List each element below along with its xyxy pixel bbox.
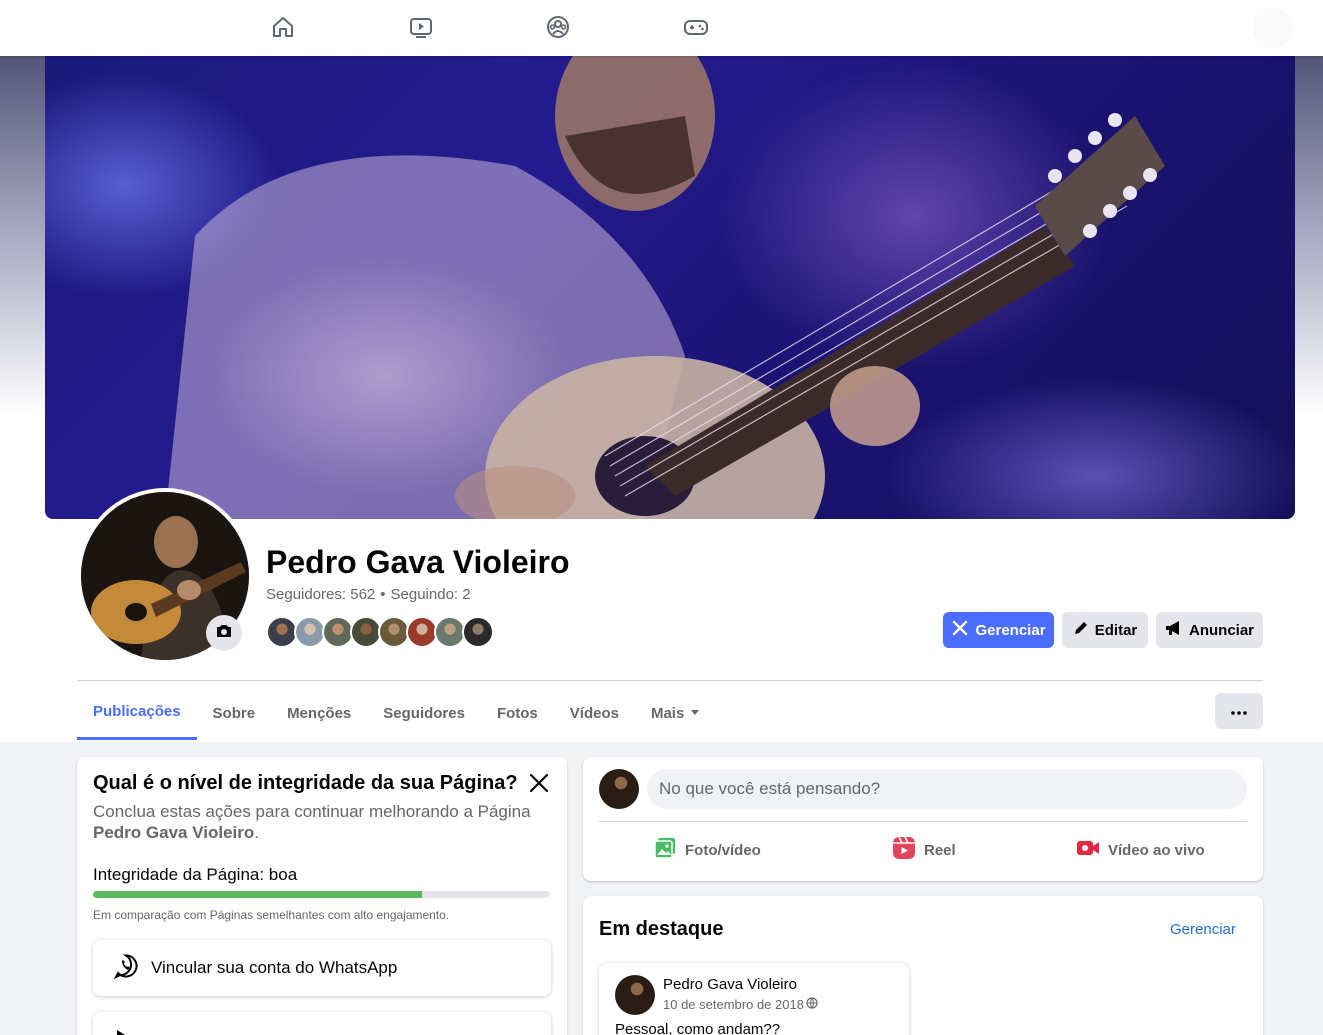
camera-icon bbox=[214, 621, 234, 646]
integrity-note: Em comparação com Páginas semelhantes co… bbox=[93, 908, 450, 922]
post-date-text: 10 de setembro de 2018 bbox=[663, 997, 804, 1012]
integrity-description-text: Conclua estas ações para continuar melho… bbox=[93, 802, 531, 821]
home-icon[interactable] bbox=[270, 14, 296, 40]
integrity-progress-fill bbox=[93, 891, 423, 898]
live-video-icon bbox=[1076, 836, 1100, 864]
featured-post[interactable]: Pedro Gava Violeiro 10 de setembro de 20… bbox=[599, 963, 909, 1035]
post-author-name[interactable]: Pedro Gava Violeiro bbox=[663, 976, 797, 993]
live-video-label: Vídeo ao vivo bbox=[1108, 841, 1205, 859]
tab-followers[interactable]: Seguidores bbox=[367, 686, 481, 740]
featured-manage-link[interactable]: Gerenciar bbox=[1170, 921, 1236, 938]
ellipsis-icon bbox=[1231, 702, 1247, 720]
page-title: Pedro Gava Violeiro bbox=[266, 544, 570, 580]
edit-button-label: Editar bbox=[1094, 621, 1138, 639]
tab-more-label: Mais bbox=[650, 704, 685, 722]
advertise-button-label: Anunciar bbox=[1189, 621, 1255, 639]
advertise-button[interactable]: Anunciar bbox=[1156, 612, 1263, 648]
tools-icon bbox=[951, 619, 969, 641]
header-divider bbox=[77, 680, 1263, 681]
stats-separator: • bbox=[380, 586, 386, 603]
integrity-title: Qual é o nível de integridade da sua Pág… bbox=[93, 772, 518, 794]
page-integrity-card: Qual é o nível de integridade da sua Pág… bbox=[77, 757, 567, 1035]
follow-stats: Seguidores: 562 • Seguindo: 2 bbox=[266, 586, 471, 603]
whatsapp-icon bbox=[113, 953, 139, 984]
next-task[interactable] bbox=[93, 1012, 551, 1035]
update-profile-picture-button[interactable] bbox=[206, 615, 242, 651]
edit-button[interactable]: Editar bbox=[1062, 612, 1148, 648]
reel-button[interactable]: Reel bbox=[892, 835, 956, 865]
featured-title: Em destaque bbox=[599, 918, 724, 940]
integrity-description-end: . bbox=[254, 823, 259, 842]
megaphone-icon bbox=[1165, 620, 1183, 640]
follower-avatar[interactable] bbox=[462, 616, 494, 648]
pencil-icon bbox=[1073, 620, 1089, 640]
caret-down-icon bbox=[690, 710, 700, 716]
close-icon[interactable] bbox=[527, 771, 551, 795]
link-whatsapp-task[interactable]: Vincular sua conta do WhatsApp bbox=[93, 940, 551, 996]
manage-button[interactable]: Gerenciar bbox=[943, 612, 1054, 648]
reel-label: Reel bbox=[924, 841, 956, 859]
link-whatsapp-label: Vincular sua conta do WhatsApp bbox=[151, 958, 398, 977]
cover-photo[interactable] bbox=[45, 56, 1295, 519]
tab-posts[interactable]: Publicações bbox=[77, 686, 197, 740]
tab-mentions[interactable]: Menções bbox=[271, 686, 367, 740]
tab-more[interactable]: Mais bbox=[635, 686, 716, 740]
post-text: Pessoal, como andam?? bbox=[615, 1021, 781, 1035]
play-icon bbox=[113, 1028, 133, 1035]
profile-picture-frame bbox=[77, 488, 253, 664]
tab-videos[interactable]: Vídeos bbox=[554, 686, 635, 740]
live-video-button[interactable]: Vídeo ao vivo bbox=[1076, 835, 1205, 865]
gaming-icon[interactable] bbox=[683, 14, 709, 40]
page-tabs: Publicações Sobre Menções Seguidores Fot… bbox=[77, 686, 716, 740]
composer-avatar[interactable] bbox=[599, 769, 639, 809]
post-date[interactable]: 10 de setembro de 2018 bbox=[663, 997, 818, 1012]
followers-count[interactable]: Seguidores: 562 bbox=[266, 586, 375, 603]
post-composer: No que você está pensando? Foto/vídeo Re… bbox=[583, 757, 1263, 881]
top-navigation-bar bbox=[0, 0, 1323, 56]
integrity-level: Integridade da Página: boa bbox=[93, 865, 298, 884]
globe-icon bbox=[806, 997, 818, 1012]
featured-section: Em destaque Gerenciar Pedro Gava Violeir… bbox=[583, 896, 1263, 1035]
tab-photos[interactable]: Fotos bbox=[481, 686, 554, 740]
post-author-avatar[interactable] bbox=[615, 975, 655, 1015]
photo-video-label: Foto/vídeo bbox=[685, 841, 761, 859]
account-avatar[interactable] bbox=[1253, 8, 1293, 48]
profile-header: Pedro Gava Violeiro Seguidores: 562 • Se… bbox=[0, 56, 1323, 742]
composer-input[interactable]: No que você está pensando? bbox=[647, 769, 1247, 809]
composer-divider bbox=[599, 821, 1247, 822]
integrity-page-name: Pedro Gava Violeiro bbox=[93, 823, 255, 842]
photo-video-button[interactable]: Foto/vídeo bbox=[653, 835, 761, 865]
more-options-button[interactable] bbox=[1215, 693, 1263, 729]
photo-icon bbox=[653, 836, 677, 864]
groups-icon[interactable] bbox=[545, 14, 571, 40]
watch-icon[interactable] bbox=[408, 14, 434, 40]
integrity-progress-bar bbox=[93, 891, 550, 898]
integrity-description: Conclua estas ações para continuar melho… bbox=[93, 801, 533, 843]
tab-about[interactable]: Sobre bbox=[197, 686, 272, 740]
manage-button-label: Gerenciar bbox=[975, 621, 1046, 639]
reel-icon bbox=[892, 836, 916, 864]
following-count[interactable]: Seguindo: 2 bbox=[391, 586, 471, 603]
